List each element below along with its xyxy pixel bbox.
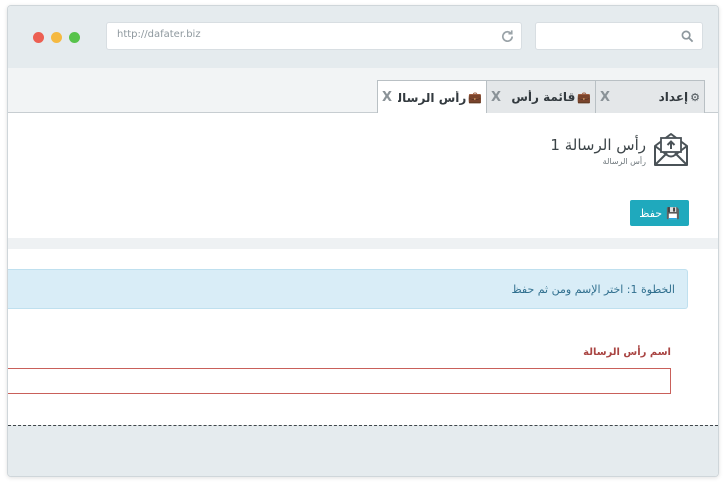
tab-setup[interactable]: ⚙ إعداد X xyxy=(595,80,705,113)
gear-icon: ⚙ xyxy=(690,90,700,104)
wizard-step-alert: الخطوة 1: اختر الإسم ومن ثم حفظ xyxy=(8,269,688,309)
floppy-disk-icon: 💾 xyxy=(666,206,680,220)
wizard-step-text: الخطوة 1: اختر الإسم ومن ثم حفظ xyxy=(511,283,675,296)
briefcase-icon: 💼 xyxy=(577,90,591,104)
close-icon[interactable]: X xyxy=(600,90,610,105)
search-icon[interactable] xyxy=(681,30,694,43)
close-icon[interactable]: X xyxy=(491,90,501,105)
page-title: رأس الرسالة 1 xyxy=(550,136,646,154)
maximize-window-button[interactable] xyxy=(69,32,80,43)
minimize-window-button[interactable] xyxy=(51,32,62,43)
page-subtitle: رأس الرسالة xyxy=(602,157,646,166)
tab-strip: ⚙ إعداد X 💼 قائمة رأس ال... X 💼 رأس الرس… xyxy=(8,68,718,114)
address-bar[interactable]: http://dafater.biz xyxy=(106,22,522,50)
tab-letterhead-1[interactable]: 💼 رأس الرسالة 1 X xyxy=(377,80,487,114)
footer-bar xyxy=(8,425,718,476)
close-icon[interactable]: X xyxy=(382,90,392,105)
letterhead-name-input[interactable] xyxy=(8,368,671,394)
tab-label: إعداد xyxy=(658,90,689,104)
form-panel: الخطوة 1: اختر الإسم ومن ثم حفظ اسم رأس … xyxy=(8,249,718,425)
briefcase-icon: 💼 xyxy=(468,91,482,104)
browser-window: http://dafater.biz ⚙ إعداد X 💼 قائمة رأس… xyxy=(7,5,719,477)
browser-titlebar: http://dafater.biz xyxy=(8,6,718,68)
save-button-label: حفظ xyxy=(639,206,663,220)
page-header: رأس الرسالة 1 رأس الرسالة 💾 حفظ xyxy=(8,113,718,238)
reload-icon[interactable] xyxy=(500,29,515,44)
envelope-upload-icon xyxy=(654,133,688,166)
tab-label: قائمة رأس ال... xyxy=(507,90,576,104)
section-divider xyxy=(8,238,718,249)
letterhead-name-label: اسم رأس الرسالة xyxy=(583,347,671,358)
save-button[interactable]: 💾 حفظ xyxy=(630,200,689,226)
close-window-button[interactable] xyxy=(33,32,44,43)
tab-letterhead-list[interactable]: 💼 قائمة رأس ال... X xyxy=(486,80,596,113)
url-text: http://dafater.biz xyxy=(117,29,201,40)
browser-search-bar[interactable] xyxy=(535,22,703,50)
tab-label: رأس الرسالة 1 xyxy=(398,90,467,105)
